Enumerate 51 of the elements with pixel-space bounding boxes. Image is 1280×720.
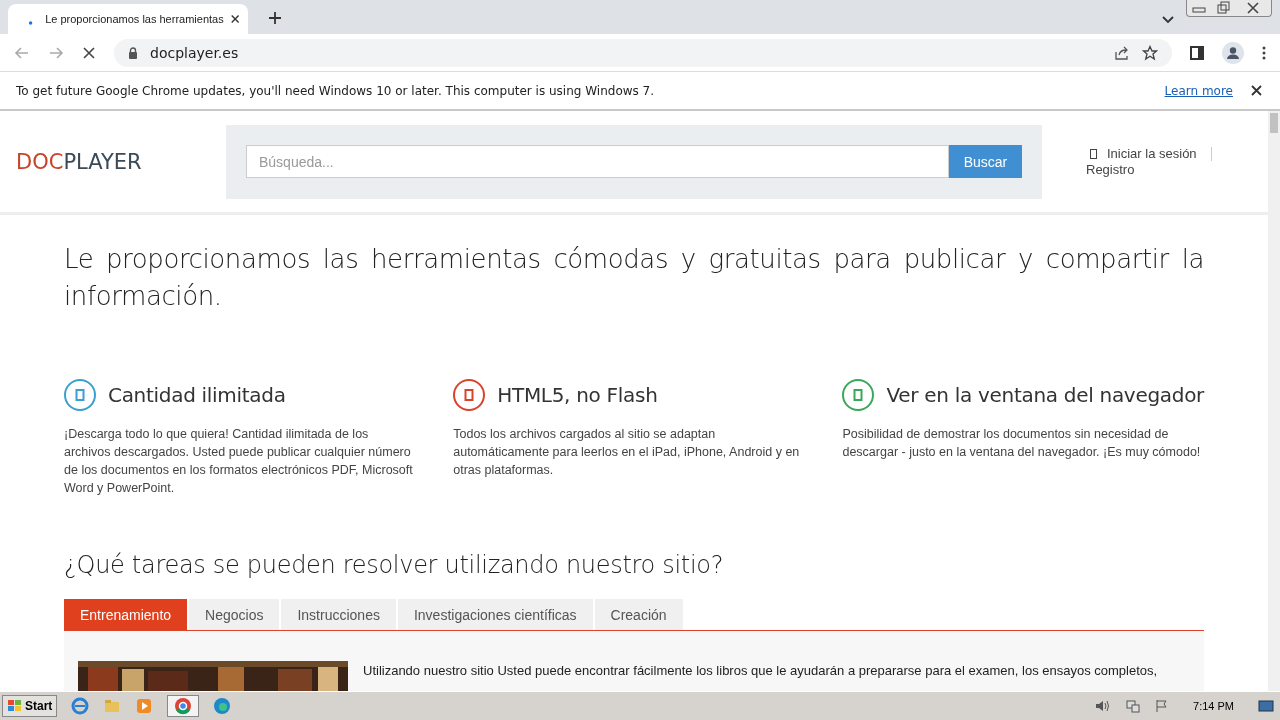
tab-title: Le proporcionamos las herramientas: [45, 13, 224, 25]
new-tab-icon[interactable]: [268, 11, 282, 25]
profile-icon[interactable]: [1222, 41, 1244, 64]
start-button[interactable]: Start: [2, 695, 58, 717]
category-tab[interactable]: Instrucciones: [281, 599, 396, 630]
login-link[interactable]: Iniciar la sesión: [1107, 146, 1197, 161]
clock[interactable]: 7:14 PM: [1193, 700, 1234, 712]
edge-icon[interactable]: [213, 697, 232, 715]
register-link[interactable]: Registro: [1086, 162, 1212, 177]
side-panel-icon[interactable]: [1190, 45, 1204, 60]
feature-text: Todos los archivos cargados al sitio se adaptan automáticamente para leerlos en el iPad, iPhone, Android y en otras plataformas.: [453, 426, 801, 479]
show-desktop-icon[interactable]: [1258, 700, 1274, 712]
feature-text: Posibilidad de demostrar los documentos sin necesidad de descargar - justo en la ventana del navegador. ¡Es muy cómodo!: [842, 426, 1202, 461]
close-icon[interactable]: [229, 13, 240, 25]
media-player-icon[interactable]: [135, 697, 154, 715]
close-icon[interactable]: [1251, 85, 1262, 96]
site-logo[interactable]: DOCPLAYER: [16, 149, 226, 174]
scrollbar-thumb[interactable]: [1270, 113, 1278, 133]
chevron-down-icon[interactable]: [1162, 16, 1174, 24]
category-tab[interactable]: Negocios: [189, 599, 280, 630]
network-icon[interactable]: [1125, 699, 1142, 713]
windows-logo-icon: [7, 699, 23, 713]
chrome-icon[interactable]: [174, 697, 193, 715]
learn-more-link[interactable]: Learn more: [1164, 83, 1233, 98]
address-bar[interactable]: docplayer.es: [114, 38, 1172, 67]
menu-icon[interactable]: [1262, 45, 1266, 60]
forward-icon[interactable]: [48, 44, 64, 61]
stop-icon[interactable]: [82, 45, 96, 60]
feature-text: ¡Descarga todo lo que quiera! Cantidad ilimitada de los archivos descargados. Usted puede publicar cualquier número de los documentos en los formatos electrónicos PDF, Microsoft Word y PowerPoint.: [64, 426, 414, 497]
content-text: Utilizando nuestro sitio Usted puede encontrar fácilmente los libros que le ayudarán a prepararse para el examen, los ensayos completos,: [363, 663, 1158, 680]
feature-title: Ver en la ventana del navegador: [886, 383, 1204, 407]
back-icon[interactable]: [14, 44, 30, 61]
ie-icon[interactable]: [71, 697, 90, 715]
category-tab[interactable]: Creación: [594, 599, 683, 630]
section-heading: ¿Qué tareas se pueden resolver utilizando nuestro sitio?: [64, 551, 725, 579]
lock-icon: [128, 46, 138, 59]
feature-title: Cantidad ilimitada: [108, 383, 286, 407]
category-tab[interactable]: Investigaciones científicas: [397, 599, 593, 630]
headline: Le proporcionamos las herramientas cómodas y gratuitas para publicar y compartir la información.: [64, 243, 1204, 313]
loading-icon: [28, 20, 34, 26]
star-icon[interactable]: [1142, 44, 1158, 61]
user-icon: [1090, 148, 1097, 159]
share-icon[interactable]: [1114, 44, 1130, 61]
feature-title: HTML5, no Flash: [497, 383, 658, 407]
search-field[interactable]: Búsqueda...: [246, 145, 949, 178]
flag-icon[interactable]: [1155, 699, 1170, 713]
scrollbar[interactable]: [1268, 111, 1280, 691]
volume-icon[interactable]: [1095, 699, 1112, 713]
category-tab[interactable]: Entrenamiento: [64, 599, 188, 630]
browser-tab[interactable]: Le proporcionamos las herramientas: [8, 4, 248, 34]
update-message: To get future Google Chrome updates, you'll need Windows 10 or later. This computer is using Windows 7.: [16, 83, 655, 98]
